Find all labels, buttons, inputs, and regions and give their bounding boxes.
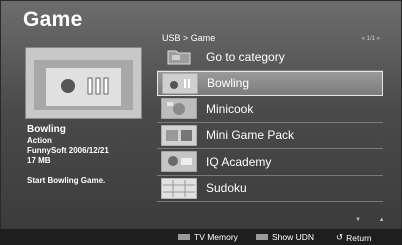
folder-icon: [161, 46, 197, 67]
game-name: Bowling: [27, 124, 66, 135]
page-title: Game: [23, 8, 83, 31]
minicook-thumb-icon: [161, 98, 197, 120]
return-label: Return: [346, 232, 372, 243]
gray-key-icon: [178, 234, 190, 240]
show-udn-button[interactable]: Show UDN: [256, 232, 314, 242]
game-description: Start Bowling Game.: [27, 176, 106, 185]
list-item-minicook[interactable]: Minicook: [157, 96, 383, 123]
list-item-go-to-category[interactable]: Go to category: [157, 44, 383, 71]
return-icon: ↺: [336, 232, 344, 242]
list-item-mini-game-pack[interactable]: Mini Game Pack: [157, 123, 383, 149]
list-item-label: Minicook: [206, 101, 254, 116]
game-size: 17 MB: [27, 156, 51, 165]
sudoku-thumb-icon: [161, 177, 197, 199]
gray-key-icon: [256, 234, 268, 240]
page-indicator[interactable]: « 1/1 »: [362, 36, 380, 42]
game-list: Go to category Bowling Minicook Mini Gam…: [157, 44, 383, 202]
game-info-panel: Bowling Action FunnySoft 2006/12/21 17 M…: [27, 123, 109, 186]
breadcrumb: USB > Game: [162, 33, 216, 43]
tv-memory-button[interactable]: TV Memory: [178, 232, 238, 242]
bowling-thumb-icon: [162, 72, 198, 94]
minigame-thumb-icon: [161, 124, 197, 146]
game-genre: Action: [27, 136, 52, 145]
game-maker-date: FunnySoft 2006/12/21: [27, 146, 109, 155]
return-button[interactable]: ↺ Return: [336, 232, 372, 243]
list-item-label: Go to category: [206, 49, 285, 64]
list-item-sudoku[interactable]: Sudoku: [157, 176, 383, 202]
list-item-label: Sudoku: [206, 181, 247, 196]
list-item-label: Bowling: [207, 76, 250, 91]
list-item-label: IQ Academy: [206, 154, 272, 169]
list-item-iq-academy[interactable]: IQ Academy: [157, 149, 383, 176]
list-item-bowling[interactable]: Bowling: [157, 70, 383, 96]
tv-memory-label: TV Memory: [194, 232, 238, 242]
list-item-label: Mini Game Pack: [206, 128, 295, 143]
show-udn-label: Show UDN: [272, 232, 315, 242]
preview-thumbnail: [25, 47, 142, 119]
scroll-arrows-icon[interactable]: ▼ ▲: [355, 217, 393, 223]
iqacademy-thumb-icon: [161, 151, 197, 173]
bottom-help-bar: TV Memory Show UDN ↺ Return: [0, 229, 402, 245]
